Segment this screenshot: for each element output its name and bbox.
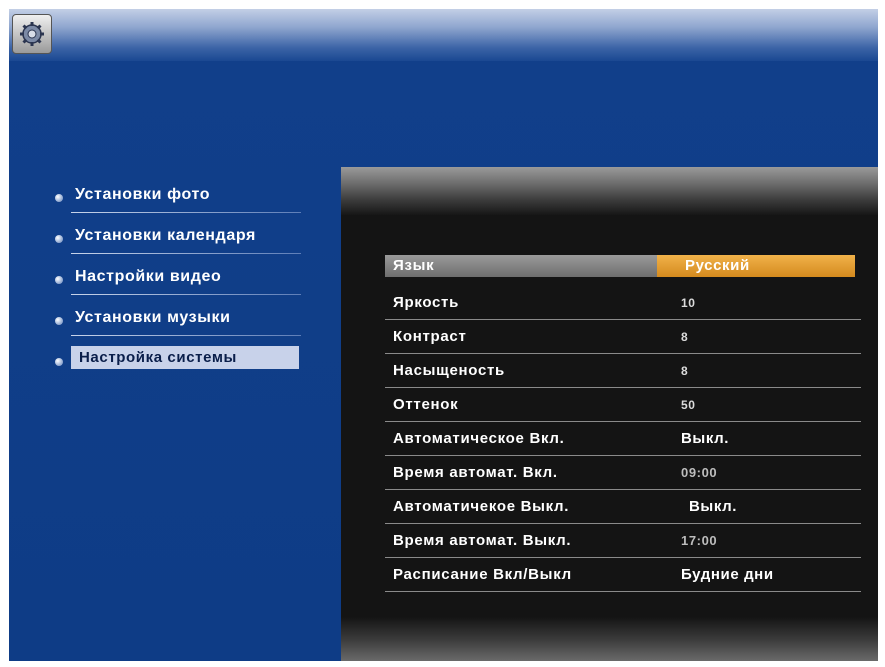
- setting-value[interactable]: Русский: [685, 257, 750, 274]
- round-bullet-icon: [55, 317, 63, 325]
- round-bullet-icon: [55, 235, 63, 243]
- gear-icon-graphic: [20, 22, 44, 46]
- setting-row-contrast[interactable]: Контраст 8: [385, 320, 861, 354]
- top-bar: [9, 9, 878, 61]
- settings-list: Язык Русский Яркость 10 Контраст 8 Насыщ…: [385, 255, 861, 592]
- divider: [71, 294, 301, 295]
- screen: Установки фото Установки календаря Настр…: [9, 9, 878, 661]
- setting-label: Оттенок: [393, 396, 459, 413]
- system-settings-panel: Язык Русский Яркость 10 Контраст 8 Насыщ…: [341, 167, 878, 661]
- setting-value[interactable]: Выкл.: [681, 430, 729, 447]
- menu-item-label: Установки фото: [75, 186, 211, 203]
- setting-value[interactable]: 17:00: [681, 533, 717, 548]
- setting-row-saturation[interactable]: Насыщеность 8: [385, 354, 861, 388]
- setting-row-auto-on-time[interactable]: Время автомат. Вкл. 09:00: [385, 456, 861, 490]
- menu-item-system-settings[interactable]: Настройка системы: [53, 345, 313, 375]
- menu-item-label: Настройка системы: [71, 346, 299, 369]
- settings-menu: Установки фото Установки календаря Настр…: [53, 181, 313, 386]
- setting-value[interactable]: Выкл.: [689, 498, 737, 515]
- setting-value[interactable]: 8: [681, 330, 688, 344]
- setting-label: Время автомат. Вкл.: [393, 464, 558, 481]
- settings-gear-icon[interactable]: [12, 14, 52, 54]
- menu-item-label: Установки календаря: [75, 227, 256, 244]
- menu-item-video-settings[interactable]: Настройки видео: [53, 263, 313, 295]
- setting-label: Язык: [393, 257, 435, 274]
- setting-row-auto-off[interactable]: Автоматичекое Выкл. Выкл.: [385, 490, 861, 524]
- setting-value[interactable]: 10: [681, 296, 696, 310]
- divider: [71, 253, 301, 254]
- setting-row-auto-off-time[interactable]: Время автомат. Выкл. 17:00: [385, 524, 861, 558]
- panel-header-bar: [341, 167, 878, 215]
- divider: [71, 335, 301, 336]
- setting-row-auto-on[interactable]: Автоматическое Вкл. Выкл.: [385, 422, 861, 456]
- setting-value[interactable]: 50: [681, 398, 696, 412]
- divider: [71, 212, 301, 213]
- setting-value[interactable]: Будние дни: [681, 566, 774, 583]
- panel-footer-bar: [341, 617, 878, 661]
- setting-label: Яркость: [393, 294, 460, 311]
- menu-item-music-settings[interactable]: Установки музыки: [53, 304, 313, 336]
- setting-label: Автоматическое Вкл.: [393, 430, 565, 447]
- setting-label: Расписание Вкл/Выкл: [393, 566, 572, 583]
- round-bullet-icon: [55, 276, 63, 284]
- round-bullet-icon: [55, 194, 63, 202]
- round-bullet-icon: [55, 358, 63, 366]
- setting-label: Контраст: [393, 328, 467, 345]
- menu-item-calendar-settings[interactable]: Установки календаря: [53, 222, 313, 254]
- setting-row-brightness[interactable]: Яркость 10: [385, 286, 861, 320]
- setting-label: Время автомат. Выкл.: [393, 532, 572, 549]
- setting-label: Насыщеность: [393, 362, 505, 379]
- menu-item-label: Настройки видео: [75, 268, 222, 285]
- setting-label: Автоматичекое Выкл.: [393, 498, 570, 515]
- setting-row-language[interactable]: Язык Русский: [385, 255, 861, 277]
- setting-row-schedule[interactable]: Расписание Вкл/Выкл Будние дни: [385, 558, 861, 592]
- setting-value[interactable]: 09:00: [681, 465, 717, 480]
- menu-item-photo-settings[interactable]: Установки фото: [53, 181, 313, 213]
- setting-row-hue[interactable]: Оттенок 50: [385, 388, 861, 422]
- setting-value[interactable]: 8: [681, 364, 688, 378]
- menu-item-label: Установки музыки: [75, 309, 231, 326]
